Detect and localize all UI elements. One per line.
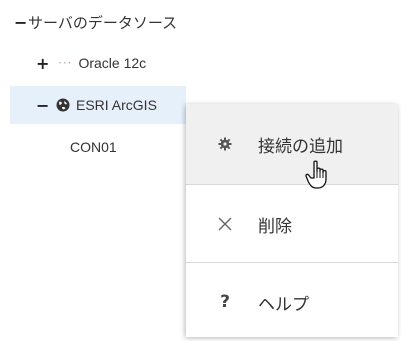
menu-item-label: 削除 <box>258 216 292 237</box>
hand-pointer-cursor-icon <box>305 160 333 190</box>
tree-item-esri-arcgis[interactable]: − ESRI ArcGIS <box>36 94 157 116</box>
close-icon <box>216 216 234 232</box>
context-menu: 接続の追加 削除 ? ヘルプ <box>186 104 398 337</box>
help-icon: ? <box>220 292 230 312</box>
tree-item-con01[interactable]: CON01 <box>70 136 117 158</box>
tree-root-node[interactable]: − サーバのデータソース <box>14 11 177 33</box>
gear-icon <box>216 137 234 151</box>
tree-item-label: Oracle 12c <box>78 55 147 71</box>
expand-toggle[interactable]: + <box>36 54 49 73</box>
tree-item-oracle[interactable]: + ··· Oracle 12c <box>36 52 146 74</box>
globe-icon <box>56 98 70 112</box>
tree-root-label: サーバのデータソース <box>28 13 178 32</box>
add-connection-menu-item[interactable]: 接続の追加 <box>186 104 398 184</box>
menu-item-label: ヘルプ <box>258 294 309 315</box>
collapse-toggle[interactable]: − <box>14 13 27 32</box>
help-menu-item[interactable]: ? ヘルプ <box>186 263 398 341</box>
dotted-connector-icon: ··· <box>58 56 73 70</box>
tree-item-label: ESRI ArcGIS <box>76 97 157 113</box>
delete-menu-item[interactable]: 削除 <box>186 185 398 263</box>
tree-item-label: CON01 <box>70 139 117 155</box>
menu-item-label: 接続の追加 <box>258 136 343 157</box>
collapse-toggle[interactable]: − <box>36 96 49 115</box>
